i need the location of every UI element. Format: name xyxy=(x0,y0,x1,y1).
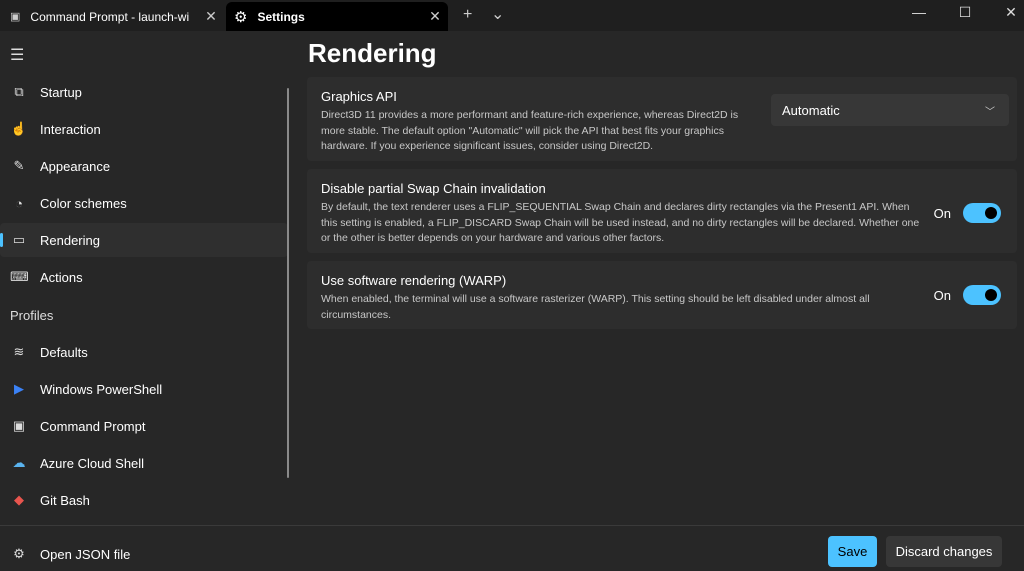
interaction-icon: ☝ xyxy=(10,121,28,136)
setting-description: When enabled, the terminal will use a so… xyxy=(321,293,870,321)
close-tab-icon[interactable]: ✕ xyxy=(422,8,448,25)
cmd-icon: ▣ xyxy=(10,11,21,23)
toggle-state: On xyxy=(933,287,951,303)
git-icon: ◆ xyxy=(14,492,24,507)
tab-label: Settings xyxy=(257,9,305,24)
brush-icon: ✎ xyxy=(13,158,25,173)
toggle-state: On xyxy=(933,205,951,221)
sidebar-item-color-schemes[interactable]: ◔ Color schemes xyxy=(0,186,288,220)
startup-icon: ⧉ xyxy=(14,84,24,99)
layers-icon: ≋ xyxy=(13,344,25,359)
close-window-button[interactable]: ✕ xyxy=(988,4,1024,21)
sidebar-item-rendering[interactable]: ▭ Rendering xyxy=(0,223,288,257)
sidebar-item-interaction[interactable]: ☝ Interaction xyxy=(0,112,288,146)
sidebar-item-defaults[interactable]: ≋ Defaults xyxy=(0,335,288,369)
gear-icon: ⚙ xyxy=(13,546,25,561)
warp-toggle[interactable]: On xyxy=(934,285,1001,305)
sidebar-item-label: Command Prompt xyxy=(40,418,146,434)
azure-icon: ☁ xyxy=(12,455,26,470)
sidebar-item-label: Defaults xyxy=(40,344,88,360)
dropdown-value: Automatic xyxy=(782,102,840,118)
warp-setting: Use software rendering (WARP) When enabl… xyxy=(307,261,1017,329)
setting-title: Disable partial Swap Chain invalidation xyxy=(321,181,546,196)
new-tab-button[interactable]: + xyxy=(463,6,472,24)
hamburger-menu-icon[interactable]: ☰ xyxy=(10,45,24,65)
discard-changes-button[interactable]: Discard changes xyxy=(886,536,1002,567)
sidebar-item-git-bash[interactable]: ◆ Git Bash xyxy=(0,483,288,517)
palette-icon: ◔ xyxy=(15,195,23,211)
minimize-button[interactable]: — xyxy=(896,4,942,20)
laptop-icon: ▭ xyxy=(12,232,26,247)
sidebar-item-label: Rendering xyxy=(40,232,100,248)
sidebar-item-label: Interaction xyxy=(40,121,101,137)
sidebar-item-startup[interactable]: ⧉ Startup xyxy=(0,75,288,109)
powershell-icon: ▶ xyxy=(14,381,24,396)
cmd-icon: ▣ xyxy=(12,418,26,433)
sidebar-item-windows-powershell[interactable]: ▶ Windows PowerShell xyxy=(0,372,288,406)
sidebar-scrollbar[interactable] xyxy=(287,88,289,478)
sidebar-item-command-prompt[interactable]: ▣ Command Prompt xyxy=(0,409,288,443)
save-button[interactable]: Save xyxy=(828,536,877,567)
footer-divider xyxy=(0,525,1024,526)
tab-label: Command Prompt - launch-wi xyxy=(30,9,190,24)
sidebar-item-label: Azure Cloud Shell xyxy=(40,455,145,471)
sidebar-item-appearance[interactable]: ✎ Appearance xyxy=(0,149,288,183)
sidebar-item-label: Color schemes xyxy=(40,195,127,211)
sidebar-item-label: Open JSON file xyxy=(40,546,131,562)
gear-icon: ⚙ xyxy=(234,8,248,26)
open-json-file-button[interactable]: ⚙ Open JSON file xyxy=(0,537,288,571)
toggle-switch[interactable] xyxy=(963,285,1001,305)
tab-dropdown-button[interactable]: ⌄ xyxy=(491,4,504,24)
sidebar-item-actions[interactable]: ⌨ Actions xyxy=(0,260,288,294)
title-bar: ▣ Command Prompt - launch-wi ✕ ⚙ Setting… xyxy=(0,0,1024,31)
setting-description: Direct3D 11 provides a more performant a… xyxy=(321,109,739,152)
setting-title: Use software rendering (WARP) xyxy=(321,273,507,288)
toggle-switch[interactable] xyxy=(963,203,1001,223)
maximize-button[interactable]: ☐ xyxy=(942,4,988,21)
sidebar-item-label: Windows PowerShell xyxy=(40,381,163,397)
close-tab-icon[interactable]: ✕ xyxy=(198,8,224,25)
chevron-down-icon: ﹀ xyxy=(985,106,995,118)
sidebar-item-label: Appearance xyxy=(40,158,111,174)
keyboard-icon: ⌨ xyxy=(10,269,29,284)
sidebar-item-label: Startup xyxy=(40,84,82,100)
swap-chain-setting: Disable partial Swap Chain invalidation … xyxy=(307,169,1017,253)
sidebar: ☰ ⧉ Startup ☝ Interaction ✎ Appearance ◔ Col… xyxy=(0,31,300,567)
setting-description: By default, the text renderer uses a FLI… xyxy=(321,201,920,244)
graphics-api-dropdown[interactable]: Automatic ﹀ xyxy=(771,94,1009,126)
sidebar-item-azure-cloud-shell[interactable]: ☁ Azure Cloud Shell xyxy=(0,446,288,480)
graphics-api-setting: Graphics API Direct3D 11 provides a more… xyxy=(307,77,1017,161)
swap-chain-toggle[interactable]: On xyxy=(934,203,1001,223)
sidebar-item-label: Actions xyxy=(40,269,83,285)
profiles-header: Profiles xyxy=(10,308,54,323)
sidebar-item-label: Git Bash xyxy=(40,492,90,508)
tab-settings[interactable]: ⚙ Settings ✕ xyxy=(226,2,448,31)
page-title: Rendering xyxy=(308,38,437,68)
tab-command-prompt[interactable]: ▣ Command Prompt - launch-wi ✕ xyxy=(0,2,224,31)
